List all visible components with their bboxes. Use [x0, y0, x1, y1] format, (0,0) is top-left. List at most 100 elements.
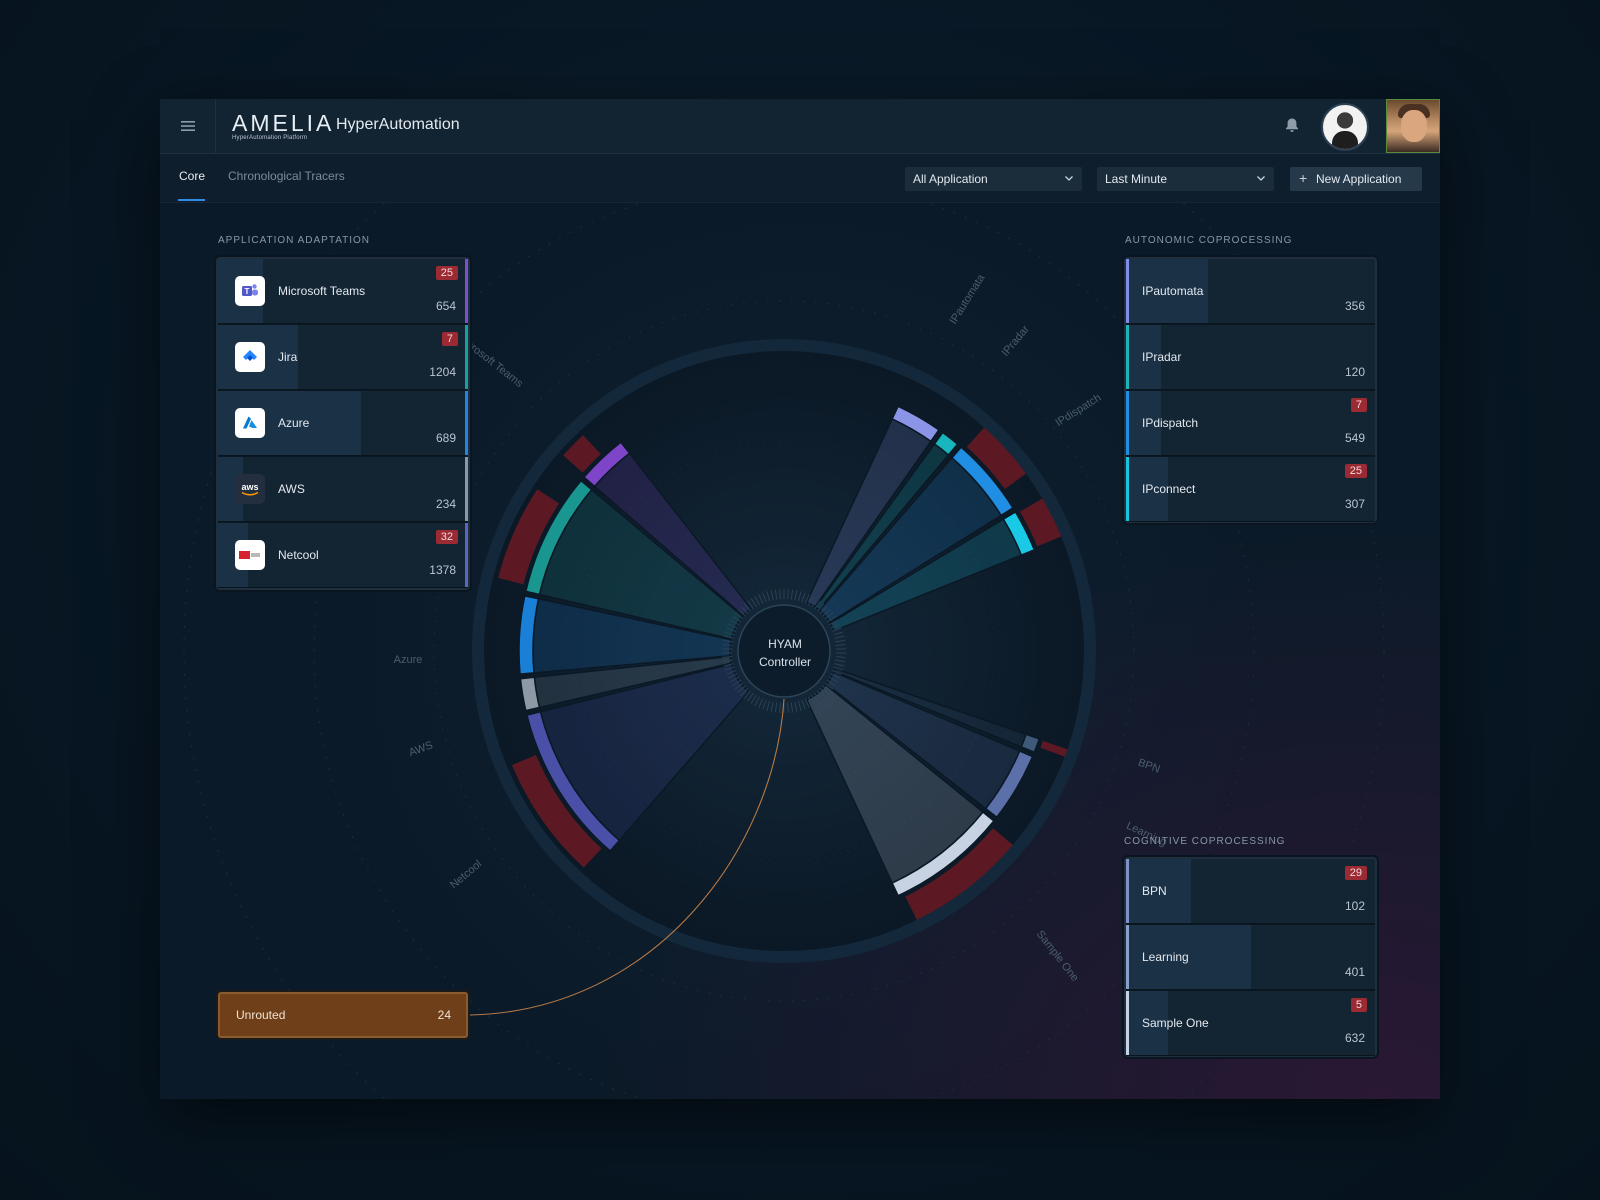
- list-item[interactable]: IPradar 120: [1126, 325, 1375, 390]
- new-application-button[interactable]: + New Application: [1290, 167, 1422, 191]
- ring-label: Netcool: [448, 858, 484, 891]
- application-adaptation-panel: T Microsoft Teams 654 25 Jira 1204 7 Azure 689 aw…: [216, 257, 470, 590]
- section-application-adaptation: APPLICATION ADAPTATION: [218, 235, 371, 246]
- item-count: 689: [435, 431, 456, 445]
- alert-badge: 32: [435, 530, 458, 544]
- ring-label: Sample One: [1034, 928, 1081, 984]
- list-item[interactable]: BPN 102 29: [1126, 859, 1375, 924]
- azure-icon: [235, 408, 265, 438]
- topology-canvas: Microsoft Teams Azure AWS Netcool IPautomata…: [160, 203, 1440, 1099]
- color-indicator: [465, 391, 468, 455]
- controller-line2: Controller: [758, 655, 812, 669]
- item-count: 632: [1344, 1031, 1365, 1045]
- item-name: Jira: [278, 350, 298, 364]
- list-item[interactable]: Netcool 1378 32: [218, 523, 468, 588]
- item-count: 234: [435, 497, 456, 511]
- ring-label: Azure: [394, 654, 423, 666]
- list-item[interactable]: IPdispatch 549 7: [1126, 391, 1375, 456]
- section-autonomic-coprocessing: AUTONOMIC COPROCESSING: [1125, 235, 1293, 246]
- teams-icon: T: [235, 276, 265, 306]
- profile-photo[interactable]: [1386, 99, 1440, 153]
- color-indicator: [1126, 859, 1129, 923]
- alert-badge: 7: [441, 332, 458, 346]
- item-name: Azure: [278, 416, 310, 430]
- user-avatar[interactable]: [1321, 103, 1369, 151]
- netcool-icon: [235, 540, 265, 570]
- list-item[interactable]: IPconnect 307 25: [1126, 457, 1375, 522]
- time-filter-value: Last Minute: [1105, 172, 1168, 186]
- unrouted-card[interactable]: Unrouted 24: [218, 992, 468, 1038]
- item-name: Sample One: [1142, 1016, 1209, 1030]
- tick-mark: [779, 702, 781, 713]
- item-name: IPautomata: [1142, 284, 1204, 298]
- tick-mark: [787, 589, 789, 600]
- list-item[interactable]: Learning 401: [1126, 925, 1375, 990]
- list-item[interactable]: Jira 1204 7: [218, 325, 468, 390]
- hamburger-menu-button[interactable]: [160, 99, 216, 153]
- item-name: IPradar: [1142, 350, 1182, 364]
- time-filter-select[interactable]: Last Minute: [1097, 167, 1274, 191]
- sub-navigation: Core Chronological Tracers All Applicati…: [160, 154, 1440, 203]
- hyam-controller-label[interactable]: HYAM Controller: [720, 635, 850, 671]
- list-item[interactable]: Sample One 632 5: [1126, 991, 1375, 1056]
- cognitive-coprocessing-panel: BPN 102 29 Learning 401 Sample One 632 5: [1124, 857, 1377, 1057]
- logo-wordmark: AMELIA: [232, 110, 335, 136]
- list-item[interactable]: IPautomata 356: [1126, 259, 1375, 324]
- chevron-down-icon: [1257, 176, 1265, 181]
- alert-badge: 25: [435, 266, 458, 280]
- color-indicator: [1126, 259, 1129, 323]
- ring-label: BPN: [1136, 757, 1161, 776]
- menu-icon: [180, 121, 195, 131]
- item-count: 120: [1344, 365, 1365, 379]
- unrouted-count: 24: [437, 1008, 451, 1022]
- color-indicator: [465, 259, 468, 323]
- color-indicator: [465, 325, 468, 389]
- item-count: 1204: [429, 365, 456, 379]
- ring-label: IPradar: [1000, 323, 1033, 359]
- svg-text:T: T: [245, 287, 250, 296]
- active-tab-indicator: [178, 199, 205, 201]
- item-name: IPdispatch: [1142, 416, 1199, 430]
- color-indicator: [1126, 325, 1129, 389]
- item-count: 307: [1344, 497, 1365, 511]
- jira-icon: [235, 342, 265, 372]
- item-count: 401: [1344, 965, 1365, 979]
- list-item[interactable]: T Microsoft Teams 654 25: [218, 259, 468, 324]
- item-count: 356: [1344, 299, 1365, 313]
- item-name: Learning: [1142, 950, 1189, 964]
- bell-icon[interactable]: [1285, 117, 1299, 133]
- item-count: 102: [1344, 899, 1365, 913]
- top-bar: AMELIA HyperAutomation Platform HyperAut…: [160, 99, 1440, 154]
- item-count: 1378: [429, 563, 456, 577]
- item-name: BPN: [1142, 884, 1167, 898]
- app-title: HyperAutomation: [336, 116, 460, 133]
- color-indicator: [1126, 457, 1129, 521]
- application-filter-value: All Application: [913, 172, 988, 186]
- item-name: AWS: [278, 482, 305, 496]
- plus-icon: +: [1299, 170, 1308, 186]
- list-item[interactable]: aws AWS 234: [218, 457, 468, 522]
- color-indicator: [1126, 925, 1129, 989]
- item-name: IPconnect: [1142, 482, 1196, 496]
- new-application-label: New Application: [1316, 172, 1402, 186]
- alert-badge: 7: [1350, 398, 1367, 412]
- svg-text:aws: aws: [241, 482, 258, 492]
- tab-chronological-tracers[interactable]: Chronological Tracers: [228, 169, 345, 183]
- tab-core[interactable]: Core: [179, 169, 205, 183]
- app-window: AMELIA HyperAutomation Platform HyperAut…: [160, 99, 1440, 1099]
- application-filter-select[interactable]: All Application: [905, 167, 1082, 191]
- ring-label: IPautomata: [947, 272, 987, 327]
- list-item[interactable]: Azure 689: [218, 391, 468, 456]
- ring-label: IPdispatch: [1053, 392, 1103, 429]
- tick-mark: [787, 702, 789, 713]
- section-cognitive-coprocessing: COGNITIVE COPROCESSING: [1124, 836, 1286, 847]
- alert-badge: 25: [1344, 464, 1367, 478]
- logo[interactable]: AMELIA HyperAutomation Platform: [232, 110, 335, 144]
- item-name: Netcool: [278, 548, 319, 562]
- item-count: 654: [435, 299, 456, 313]
- chevron-down-icon: [1065, 176, 1073, 181]
- unrouted-label: Unrouted: [236, 1008, 286, 1022]
- item-name: Microsoft Teams: [278, 284, 366, 298]
- alert-badge: 5: [1350, 998, 1367, 1012]
- color-indicator: [465, 457, 468, 521]
